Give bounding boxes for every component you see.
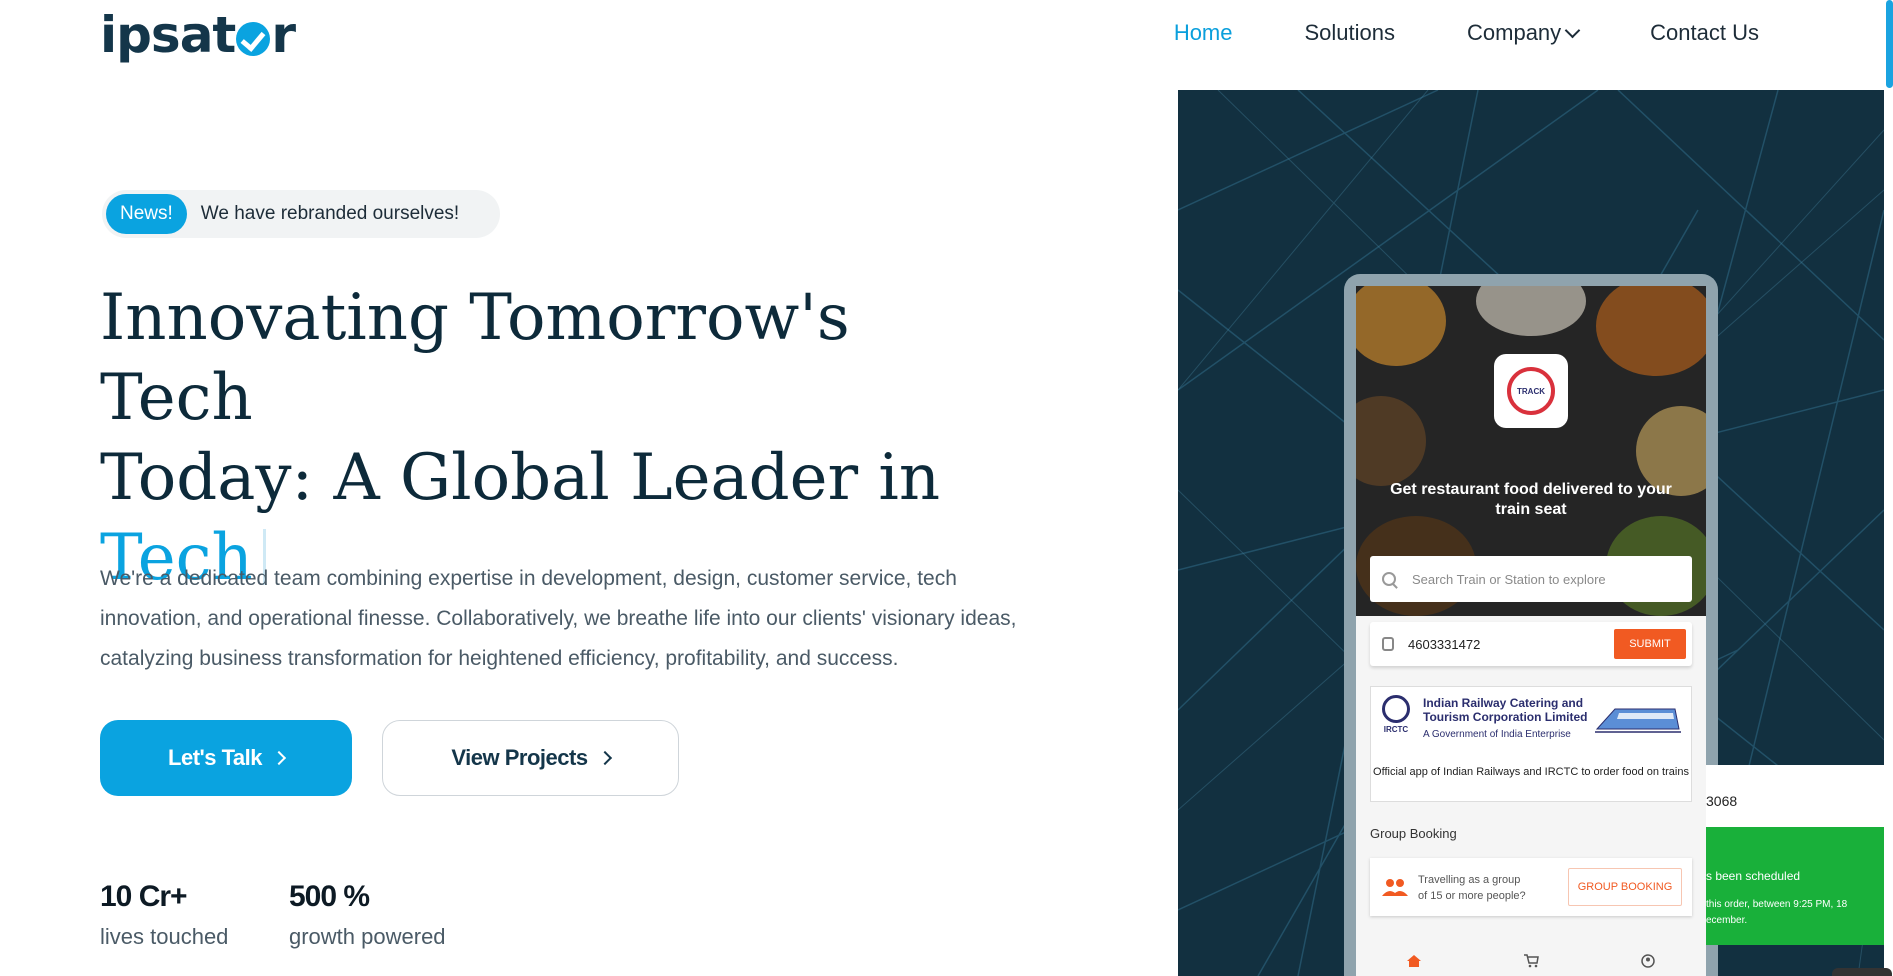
order-detail-text: this order, between 9:25 PM, 18 ecember. [1706,899,1848,926]
people-icon [1382,879,1408,896]
hero-headline: Innovating Tomorrow's Tech Today: A Glob… [100,278,1000,598]
lets-talk-label: Let's Talk [168,745,262,770]
page-scrollbar[interactable] [1886,0,1893,88]
ipsator-logo[interactable]: ipsat r [100,6,296,64]
stat-label: lives touched [100,924,229,949]
nav-item-company[interactable]: Company [1467,20,1581,46]
group-booking-title: Group Booking [1370,826,1457,841]
chevron-right-icon [271,750,287,766]
nav-item-label: Contact Us [1650,20,1759,45]
logo-check-icon [236,22,271,56]
nav-item-label: Solutions [1304,20,1396,45]
stat-lives-touched: 10 Cr+ lives touched [100,880,228,950]
irctc-card: IRCTC Indian Railway Catering and Touris… [1370,686,1692,802]
irctc-official-text: Official app of Indian Railways and IRCT… [1373,766,1689,778]
news-tag: News! [106,194,187,234]
order-status-text: s been scheduled [1706,869,1801,883]
view-projects-button[interactable]: View Projects [382,720,679,796]
order-pnr-fragment: 3068 [1706,793,1738,809]
app-screenshot: TRACK Get restaurant food delivered to y… [1356,286,1706,976]
stat-value: 10 Cr+ [100,880,188,913]
train-search-input[interactable]: Search Train or Station to explore [1370,556,1692,602]
pnr-input[interactable]: 4603331472 SUBMIT [1370,622,1692,666]
group-booking-card: Travelling as a group of 15 or more peop… [1370,858,1692,916]
search-placeholder: Search Train or Station to explore [1412,571,1606,587]
cart-icon[interactable] [1523,954,1539,968]
app-tab-bar [1356,946,1706,976]
train-illustration [1595,708,1681,733]
chevron-down-icon [1564,22,1581,38]
home-icon[interactable] [1406,954,1422,968]
stat-growth-powered: 500 % growth powered [289,880,446,950]
profile-icon[interactable] [1640,954,1656,968]
nav-item-solutions[interactable]: Solutions [1305,20,1396,46]
nav-item-home[interactable]: Home [1174,20,1233,46]
hero-description: We're a dedicated team combining experti… [100,567,1017,670]
nav-item-label: Company [1467,20,1562,45]
irctc-badge-text: IRCTC [1383,725,1409,734]
app-tagline: Get restaurant food delivered to your tr… [1390,481,1672,518]
logo-text-right: r [271,6,296,64]
stat-label: growth powered [289,924,446,949]
pnr-value: 4603331472 [1408,636,1481,652]
irctc-name: Indian Railway Catering and Tourism Corp… [1423,696,1588,724]
logo-text-left: ipsat [100,6,236,64]
lets-talk-button[interactable]: Let's Talk [100,720,352,796]
chevron-right-icon [597,750,612,766]
irctc-logo: IRCTC [1379,695,1413,735]
news-banner[interactable]: News! We have rebranded ourselves! [102,190,500,238]
headline-line-2: Today: A Global Leader in [100,441,941,515]
group-booking-text: Travelling as a group of 15 or more peop… [1418,874,1526,902]
nav-item-contact-us[interactable]: Contact Us [1650,20,1759,46]
group-booking-button[interactable]: GROUP BOOKING [1568,868,1682,906]
order-status-card: 3068 s been scheduled this order, betwee… [1706,765,1884,945]
order-status-banner: s been scheduled this order, between 9:2… [1706,827,1884,945]
headline-line-1: Innovating Tomorrow's Tech [100,281,850,435]
search-icon [1382,572,1396,586]
view-projects-label: View Projects [451,745,588,770]
app-logo: TRACK [1494,354,1568,428]
stat-value: 500 % [289,880,370,913]
submit-button[interactable]: SUBMIT [1614,629,1686,659]
chat-widget-tab[interactable] [1832,968,1892,976]
irctc-subtitle: A Government of India Enterprise [1423,729,1571,740]
news-text: We have rebranded ourselves! [200,203,460,224]
main-nav: Home Solutions Company Contact Us [1174,20,1759,46]
train-icon [1382,637,1394,651]
nav-item-label: Home [1173,20,1233,45]
